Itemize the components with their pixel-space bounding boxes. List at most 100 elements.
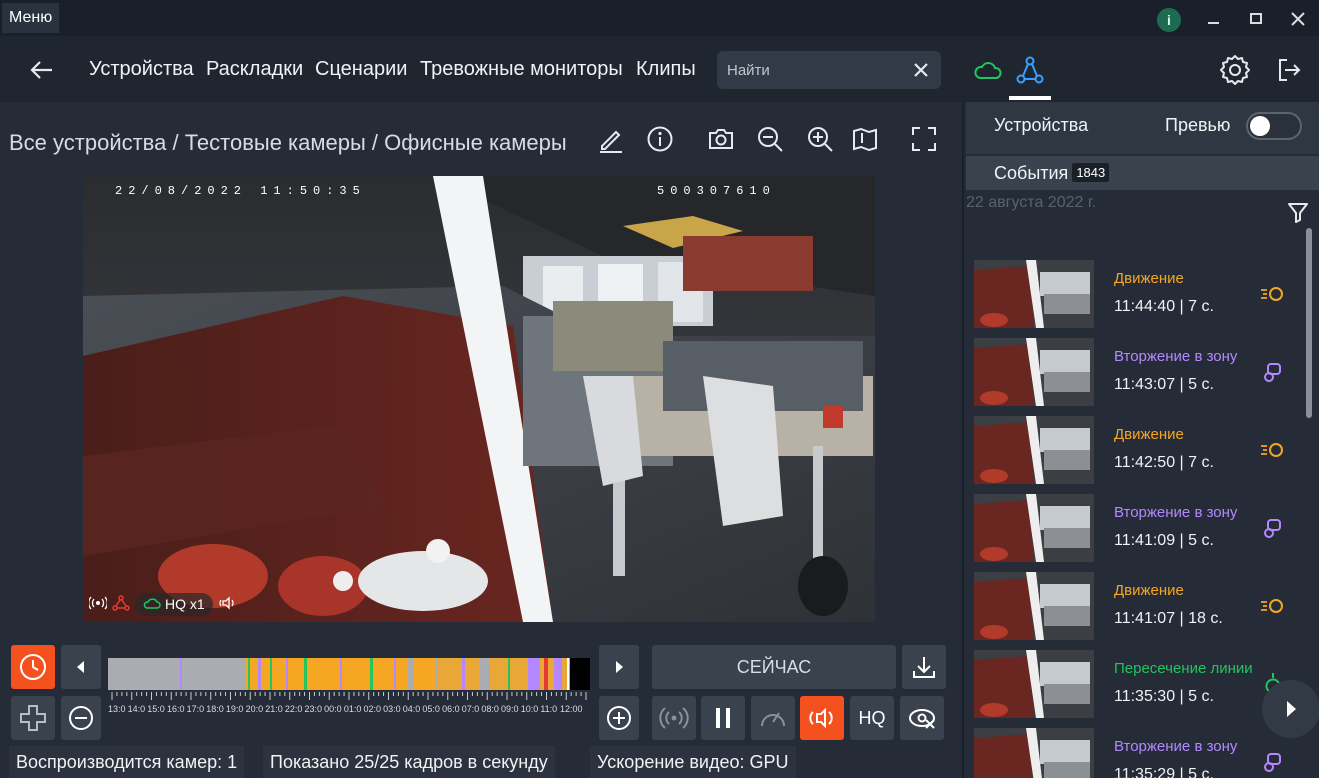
edit-icon[interactable] <box>596 124 626 154</box>
nav-devices[interactable]: Устройства <box>89 58 194 81</box>
preview-toggle[interactable] <box>1246 112 1302 140</box>
timeline-zoom-in-button[interactable] <box>599 696 639 740</box>
broadcast-icon <box>88 596 108 613</box>
cloud-status-icon <box>143 596 161 613</box>
menu-button[interactable]: Меню <box>2 3 60 33</box>
motion-detector-icon <box>1259 282 1287 306</box>
now-button[interactable]: СЕЙЧАС <box>652 645 896 689</box>
breadcrumb[interactable]: Все устройства / Тестовые камеры / Офисн… <box>9 130 567 156</box>
timeline-tick-label: 19:0 <box>226 704 244 714</box>
event-item[interactable]: Движение 11:44:40 | 7 с. <box>974 260 1284 330</box>
event-time: 11:41:07 | 18 с. <box>1114 610 1223 627</box>
right-panel: Устройства Превью События 1843 22 августа… <box>962 102 1319 778</box>
speedometer-icon <box>761 712 785 727</box>
snapshot-camera-icon[interactable] <box>706 124 736 154</box>
event-thumbnail[interactable] <box>974 338 1094 406</box>
event-item[interactable]: Пересечение линии 11:35:30 | 5 с. <box>974 650 1284 720</box>
motion-detector-icon <box>1259 438 1287 462</box>
office-scene-image <box>83 176 875 622</box>
nav-layouts[interactable]: Раскладки <box>206 58 303 81</box>
event-thumbnail[interactable] <box>974 572 1094 640</box>
event-time: 11:35:30 | 5 с. <box>1114 688 1214 705</box>
chevron-left-icon <box>77 661 84 673</box>
event-thumbnail[interactable] <box>974 728 1094 778</box>
event-time: 11:44:40 | 7 с. <box>1114 298 1214 315</box>
export-button[interactable] <box>902 645 946 689</box>
next-page-button[interactable] <box>1262 680 1319 738</box>
timeline-tick-label: 12:00 <box>560 704 583 714</box>
event-type: Вторжение в зону <box>1114 738 1238 755</box>
event-type: Движение <box>1114 270 1184 287</box>
timeline-tick-label: 05:0 <box>422 704 440 714</box>
live-broadcast-button[interactable] <box>652 696 696 740</box>
preview-label: Превью <box>1165 115 1231 135</box>
sound-button[interactable] <box>800 696 844 740</box>
event-item[interactable]: Движение 11:42:50 | 7 с. <box>974 416 1284 486</box>
video-status-badges: HQ x1 <box>88 592 236 616</box>
event-item[interactable]: Движение 11:41:07 | 18 с. <box>974 572 1284 642</box>
hq-button[interactable]: HQ <box>850 696 894 740</box>
event-time: 11:35:29 | 5 с. <box>1114 766 1214 778</box>
timeline-tick-label: 22:0 <box>285 704 303 714</box>
camera-video-feed[interactable]: 22/08/2022 11:50:35 500307610 HQ x1 <box>83 176 875 622</box>
nav-alarm-monitors[interactable]: Тревожные мониторы <box>420 58 623 81</box>
event-thumbnail[interactable] <box>974 260 1094 328</box>
quality-pill[interactable]: HQ x1 <box>135 592 213 616</box>
clock-icon <box>20 654 46 680</box>
event-item[interactable]: Вторжение в зону 11:43:07 | 5 с. <box>974 338 1284 408</box>
timeline-next-button[interactable] <box>599 645 639 689</box>
speed-button[interactable] <box>751 696 795 740</box>
event-thumbnail[interactable] <box>974 416 1094 484</box>
cloud-icon[interactable] <box>972 54 1004 86</box>
close-icon[interactable] <box>1287 8 1309 30</box>
back-arrow-icon[interactable] <box>28 56 56 84</box>
event-thumbnail[interactable] <box>974 650 1094 718</box>
ptz-button[interactable] <box>11 696 55 740</box>
pause-button[interactable] <box>701 696 745 740</box>
zone-detector-icon <box>1259 750 1287 774</box>
quality-label: HQ x1 <box>165 596 205 612</box>
info-badge[interactable]: i <box>1157 8 1181 32</box>
timeline-zoom-out-button[interactable] <box>61 696 101 740</box>
event-thumbnail[interactable] <box>974 494 1094 562</box>
timeline-bar[interactable] <box>108 658 590 690</box>
status-cameras: Воспроизводится камер: 1 <box>9 746 245 778</box>
event-type: Вторжение в зону <box>1114 348 1238 365</box>
event-item[interactable]: Вторжение в зону 11:41:09 | 5 с. <box>974 494 1284 564</box>
minimize-icon[interactable] <box>1203 8 1225 30</box>
tab-devices[interactable]: Устройства <box>994 115 1088 136</box>
motion-detector-icon <box>1259 594 1287 618</box>
osd-camera-id: 500307610 <box>657 184 776 198</box>
nav-scenarios[interactable]: Сценарии <box>315 58 407 81</box>
timeline-tick-label: 00:0 <box>324 704 342 714</box>
fullscreen-icon[interactable] <box>909 124 939 154</box>
status-fps: Показано 25/25 кадров в секунду <box>263 746 555 778</box>
info-icon[interactable] <box>645 124 675 154</box>
clear-search-icon[interactable] <box>911 60 931 80</box>
event-type: Движение <box>1114 582 1184 599</box>
pause-icon <box>716 708 730 728</box>
zoom-out-icon[interactable] <box>755 124 785 154</box>
zone-detector-icon <box>1259 516 1287 540</box>
filter-icon[interactable] <box>1286 200 1310 224</box>
timeline-prev-button[interactable] <box>61 645 101 689</box>
zone-detector-icon <box>1259 360 1287 384</box>
timeline-tick-label: 18:0 <box>206 704 224 714</box>
gear-icon[interactable] <box>1219 54 1251 86</box>
map-icon[interactable] <box>850 124 880 154</box>
event-item[interactable]: Вторжение в зону 11:35:29 | 5 с. <box>974 728 1284 778</box>
event-type: Вторжение в зону <box>1114 504 1238 521</box>
hide-camera-button[interactable] <box>900 696 944 740</box>
maximize-icon[interactable] <box>1245 8 1267 30</box>
nav-bar: Устройства Раскладки Сценарии Тревожные … <box>0 36 1319 102</box>
search-input[interactable] <box>727 51 917 89</box>
zoom-in-icon[interactable] <box>805 124 835 154</box>
events-scrollbar[interactable] <box>1306 228 1312 418</box>
archive-clock-button[interactable] <box>11 645 55 689</box>
logout-icon[interactable] <box>1273 54 1305 86</box>
nav-clips[interactable]: Клипы <box>636 58 696 81</box>
network-icon[interactable] <box>1014 54 1046 86</box>
tab-events[interactable]: События 1843 <box>994 163 1110 184</box>
active-tab-underline <box>1009 96 1051 100</box>
event-time: 11:42:50 | 7 с. <box>1114 454 1214 471</box>
